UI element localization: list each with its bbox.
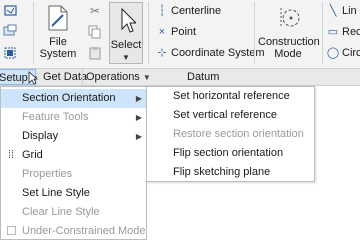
checkbox-icon (7, 226, 16, 235)
get-data-label: Get Data (43, 71, 88, 83)
rectangle-icon: ▭ (327, 26, 339, 38)
operations-label: Operations (86, 71, 140, 83)
datum-label: Datum (187, 71, 220, 83)
coordinate-system-label: Coordinate System (171, 47, 265, 59)
menu-item-display[interactable]: Display ▶ (1, 127, 147, 146)
datum-group-label: Datum (187, 69, 219, 85)
menu-item-properties[interactable]: Properties (1, 165, 147, 184)
section-orientation-submenu: Set horizontal reference Set vertical re… (146, 86, 315, 182)
submenu-item-label: Restore section orientation (173, 128, 304, 140)
cut-icon[interactable]: ✂ (88, 4, 102, 18)
menu-item-section-orientation[interactable]: Section Orientation ▶ (1, 89, 147, 108)
submenu-arrow-icon: ▶ (135, 113, 142, 122)
construction-mode-label-1: Construction (258, 36, 320, 48)
select-button[interactable]: Select ▼ (109, 2, 143, 64)
sketch-tool-icon-2[interactable] (2, 24, 18, 38)
menu-item-set-line-style[interactable]: Set Line Style (1, 184, 147, 203)
coordinate-system-icon: ⊹ (157, 47, 167, 59)
setup-label: Setup (0, 72, 28, 84)
construction-mode-icon (276, 4, 300, 32)
sketch-tool-icon-3[interactable] (2, 46, 18, 60)
centerline-label: Centerline (171, 5, 222, 17)
ribbon: File System ✂ Select ▼ ┆ Centerline × Poin… (0, 0, 360, 68)
submenu-item-label: Set horizontal reference (173, 90, 290, 102)
centerline-icon: ┆ (158, 5, 166, 17)
operations-group-button[interactable]: Operations ▼ (82, 69, 151, 85)
file-system-icon (45, 4, 71, 32)
rectangle-button[interactable]: ▭ Rec (326, 24, 360, 40)
file-system-button[interactable]: File System (38, 2, 78, 64)
point-icon: × (158, 26, 166, 38)
mouse-cursor-icon (28, 71, 39, 85)
point-label: Point (171, 26, 197, 38)
grid-icon: ⁞⁞ (7, 149, 15, 161)
menu-item-label: Under-Constrained Mode (22, 225, 146, 237)
submenu-item-label: Set vertical reference (173, 109, 277, 121)
menu-item-grid[interactable]: ⁞⁞ Grid (1, 146, 147, 165)
select-label: Select (110, 39, 142, 51)
menu-item-label: Section Orientation (22, 92, 116, 104)
line-button[interactable]: ╲ Lin (326, 3, 357, 19)
submenu-arrow-icon: ▶ (135, 94, 142, 103)
select-cursor-icon (118, 7, 138, 35)
circle-icon: ◯ (326, 47, 340, 59)
submenu-item-flip-section-orientation[interactable]: Flip section orientation (147, 144, 314, 163)
paste-icon[interactable] (88, 46, 102, 60)
line-icon: ╲ (329, 5, 337, 17)
menu-item-label: Grid (22, 149, 43, 161)
centerline-button[interactable]: ┆ Centerline (155, 3, 221, 19)
construction-mode-button[interactable]: Construction Mode (258, 2, 320, 64)
operations-dropdown-icon: ▼ (142, 73, 151, 82)
circle-button[interactable]: ◯ Circ (326, 45, 360, 61)
menu-item-label: Feature Tools (22, 111, 89, 123)
menu-item-feature-tools[interactable]: Feature Tools ▶ (1, 108, 147, 127)
submenu-item-label: Flip section orientation (173, 147, 284, 159)
submenu-arrow-icon: ▶ (135, 132, 142, 141)
menu-item-under-constrained-mode[interactable]: Under-Constrained Mode (1, 222, 147, 240)
menu-item-clear-line-style[interactable]: Clear Line Style (1, 203, 147, 222)
menu-item-label: Set Line Style (22, 187, 90, 199)
menu-item-label: Properties (22, 168, 73, 180)
file-system-label-2: System (39, 48, 77, 60)
menu-item-label: Clear Line Style (22, 206, 100, 218)
circle-label: Circ (342, 47, 360, 59)
submenu-item-set-vertical-reference[interactable]: Set vertical reference (147, 106, 314, 125)
menu-item-label: Display (22, 130, 59, 142)
ribbon-group-bar: Setup ▼ Get Data Operations ▼ Datum (0, 68, 360, 86)
coordinate-system-button[interactable]: ⊹ Coordinate System (155, 45, 265, 61)
point-button[interactable]: × Point (155, 24, 196, 40)
line-label: Lin (342, 5, 357, 17)
copy-icon[interactable] (88, 25, 102, 39)
rectangle-label: Rec (342, 26, 360, 38)
sketch-tool-icon-1[interactable] (2, 4, 18, 18)
submenu-item-set-horizontal-reference[interactable]: Set horizontal reference (147, 87, 314, 106)
setup-menu: Section Orientation ▶ Feature Tools ▶ Di… (0, 86, 147, 240)
file-system-label-1: File (49, 36, 67, 48)
select-dropdown-icon: ▼ (122, 53, 130, 62)
construction-mode-label-2: Mode (274, 48, 302, 60)
submenu-item-label: Flip sketching plane (173, 166, 271, 178)
submenu-item-flip-sketching-plane[interactable]: Flip sketching plane (147, 163, 314, 182)
submenu-item-restore-section-orientation[interactable]: Restore section orientation (147, 125, 314, 144)
